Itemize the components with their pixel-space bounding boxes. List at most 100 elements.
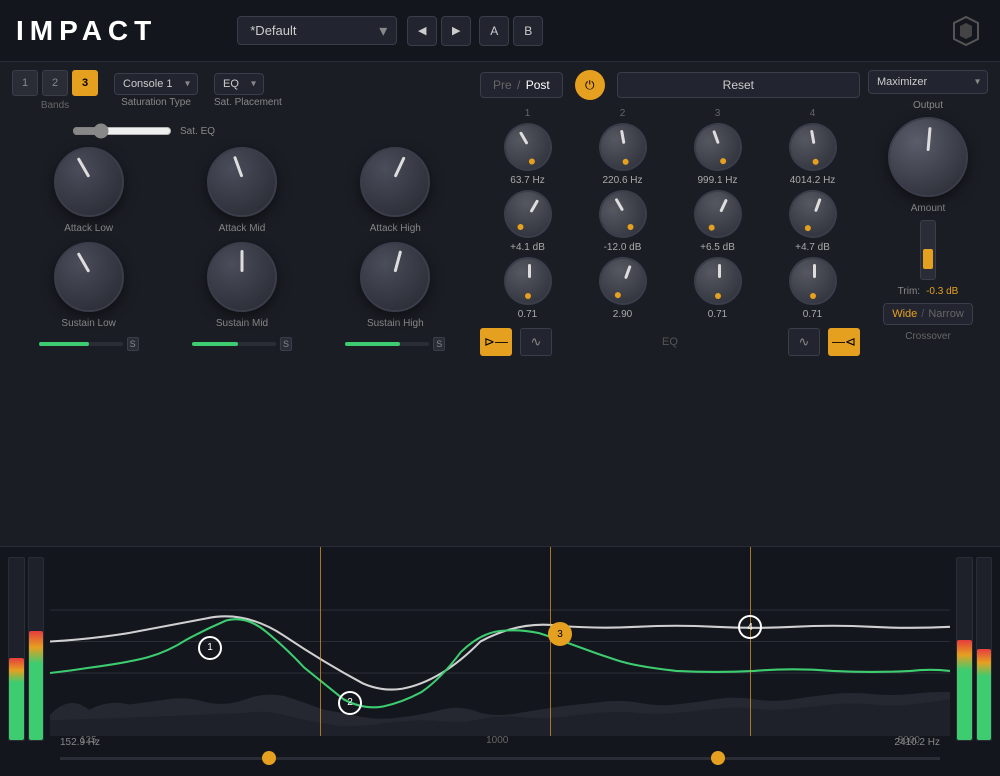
sat-type-select[interactable]: Console 1: [114, 73, 198, 95]
freq-labels: 125 1000 8000: [0, 735, 1000, 746]
sustain-high-knob[interactable]: [360, 242, 430, 312]
band-node-1[interactable]: 1: [198, 636, 222, 660]
pre-post-toggle[interactable]: Pre / Post: [480, 72, 563, 98]
low-solo-btn[interactable]: S: [127, 337, 139, 351]
wide-narrow-toggle[interactable]: Wide / Narrow: [883, 303, 973, 325]
eq-band-2-q-knob[interactable]: [592, 250, 654, 312]
eq-band-3: 3 999.1 Hz +6.5 dB 0.71: [694, 108, 742, 320]
eq-out-btn[interactable]: —⊲: [828, 328, 860, 356]
a-button[interactable]: A: [479, 16, 509, 46]
sat-place-select[interactable]: EQ: [214, 73, 264, 95]
eq-band-3-q-knob[interactable]: [694, 257, 742, 305]
band-btn-1[interactable]: 1: [12, 70, 38, 96]
eq-band-3-gain-knob[interactable]: [686, 182, 750, 246]
band-btn-2[interactable]: 2: [42, 70, 68, 96]
ab-buttons: A B: [479, 16, 543, 46]
crossover-label: Crossover: [905, 331, 951, 342]
reset-button[interactable]: Reset: [617, 72, 860, 98]
high-slider-group: S: [345, 337, 445, 351]
saturation-type-group: Console 1 Saturation Type: [114, 73, 198, 108]
power-button[interactable]: ⏻: [575, 70, 605, 100]
b-button[interactable]: B: [513, 16, 543, 46]
eq-wave-btn[interactable]: ∿: [520, 328, 552, 356]
vu-bar-2: [28, 557, 45, 741]
high-slider-bar[interactable]: [345, 342, 429, 346]
eq-band-1-freq-knob[interactable]: [498, 118, 557, 177]
next-button[interactable]: ▶: [441, 16, 471, 46]
eq-wave-btn2[interactable]: ∿: [788, 328, 820, 356]
trim-label: Trim:: [898, 286, 920, 297]
eq-band-1: 1 63.7 Hz +4.1 dB 0.71: [504, 108, 552, 320]
attack-knobs-row: Attack Low Attack Mid Attack High: [12, 147, 472, 234]
eq-in-btn[interactable]: ⊳—: [480, 328, 512, 356]
eq-band-4-gain-knob[interactable]: [782, 183, 844, 245]
sat-eq-row: Sat. EQ: [12, 123, 472, 139]
eq-band-2-q: 2.90: [613, 309, 632, 320]
sustain-high-label: Sustain High: [367, 318, 424, 329]
vu-bar-1: [8, 557, 25, 741]
eq-panel: Pre / Post ⏻ Reset 1 63.7 Hz +4.1 dB: [480, 70, 860, 538]
attack-low-group: Attack Low: [54, 147, 124, 234]
header-right: [948, 13, 984, 49]
eq-band-2-freq-knob[interactable]: [595, 119, 651, 175]
crossover-dot-right[interactable]: [711, 751, 725, 765]
eq-band-4: 4 4014.2 Hz +4.7 dB 0.71: [789, 108, 837, 320]
sustain-mid-label: Sustain Mid: [216, 318, 268, 329]
attack-mid-group: Attack Mid: [207, 147, 277, 234]
maximizer-panel: Maximizer Output Amount Trim: -0.3 dB Wi…: [868, 70, 988, 538]
vu-fill-2: [29, 631, 44, 740]
spectrum-svg: [50, 547, 950, 736]
eq-band-3-freq-knob[interactable]: [687, 116, 749, 178]
eq-band-2-num: 2: [620, 108, 626, 119]
narrow-text: Narrow: [928, 308, 963, 320]
maximizer-select[interactable]: Maximizer: [868, 70, 988, 94]
preset-select[interactable]: *Default: [237, 16, 397, 45]
header: IMPACT *Default ◀ ▶ A B: [0, 0, 1000, 62]
vu-fill-3: [957, 640, 972, 740]
sat-eq-label: Sat. EQ: [180, 126, 215, 137]
trim-fill: [923, 249, 933, 269]
sat-type-label: Saturation Type: [114, 97, 198, 108]
crossover-dot-left[interactable]: [262, 751, 276, 765]
eq-band-3-num: 3: [715, 108, 721, 119]
eq-band-4-q-knob[interactable]: [789, 257, 837, 305]
trim-slider[interactable]: [920, 220, 936, 280]
band-node-2[interactable]: 2: [338, 691, 362, 715]
attack-mid-label: Attack Mid: [219, 223, 266, 234]
eq-band-1-q-knob[interactable]: [504, 257, 552, 305]
slider-row: S S S: [12, 337, 472, 351]
mid-slider-bar[interactable]: [192, 342, 276, 346]
mid-slider-fill: [192, 342, 238, 346]
band-node-4[interactable]: 4: [738, 615, 762, 639]
attack-high-knob[interactable]: [360, 147, 430, 217]
attack-mid-knob[interactable]: [207, 147, 277, 217]
output-knob[interactable]: [888, 117, 968, 197]
band-buttons: 1 2 3: [12, 70, 98, 96]
high-solo-btn[interactable]: S: [433, 337, 445, 351]
eq-band-1-gain-knob[interactable]: [495, 181, 561, 247]
sustain-mid-knob[interactable]: [207, 242, 277, 312]
pre-post-slash: /: [517, 78, 524, 92]
eq-bands: 1 63.7 Hz +4.1 dB 0.71 2: [480, 108, 860, 320]
attack-low-knob[interactable]: [54, 147, 124, 217]
eq-band-2-freq: 220.6 Hz: [602, 175, 642, 186]
vu-fill-1: [9, 658, 24, 740]
low-slider-fill: [39, 342, 89, 346]
sustain-mid-group: Sustain Mid: [207, 242, 277, 329]
sat-type-wrapper: Console 1: [114, 73, 198, 95]
eq-band-2-gain-knob[interactable]: [590, 181, 656, 247]
mid-solo-btn[interactable]: S: [280, 337, 292, 351]
crossover-freq-left: 152.9 Hz: [60, 737, 100, 748]
eq-band-4-freq-knob[interactable]: [785, 119, 841, 175]
sat-eq-slider[interactable]: [72, 123, 172, 139]
eq-band-3-freq: 999.1 Hz: [697, 175, 737, 186]
band-node-3[interactable]: 3: [548, 622, 572, 646]
sustain-low-knob[interactable]: [54, 242, 124, 312]
prev-button[interactable]: ◀: [407, 16, 437, 46]
band-btn-3[interactable]: 3: [72, 70, 98, 96]
eq-band-1-gain: +4.1 dB: [510, 242, 545, 253]
low-slider-bar[interactable]: [39, 342, 123, 346]
eq-band-4-q: 0.71: [803, 309, 822, 320]
app-logo: IMPACT: [16, 15, 157, 47]
nav-arrows: ◀ ▶: [407, 16, 471, 46]
